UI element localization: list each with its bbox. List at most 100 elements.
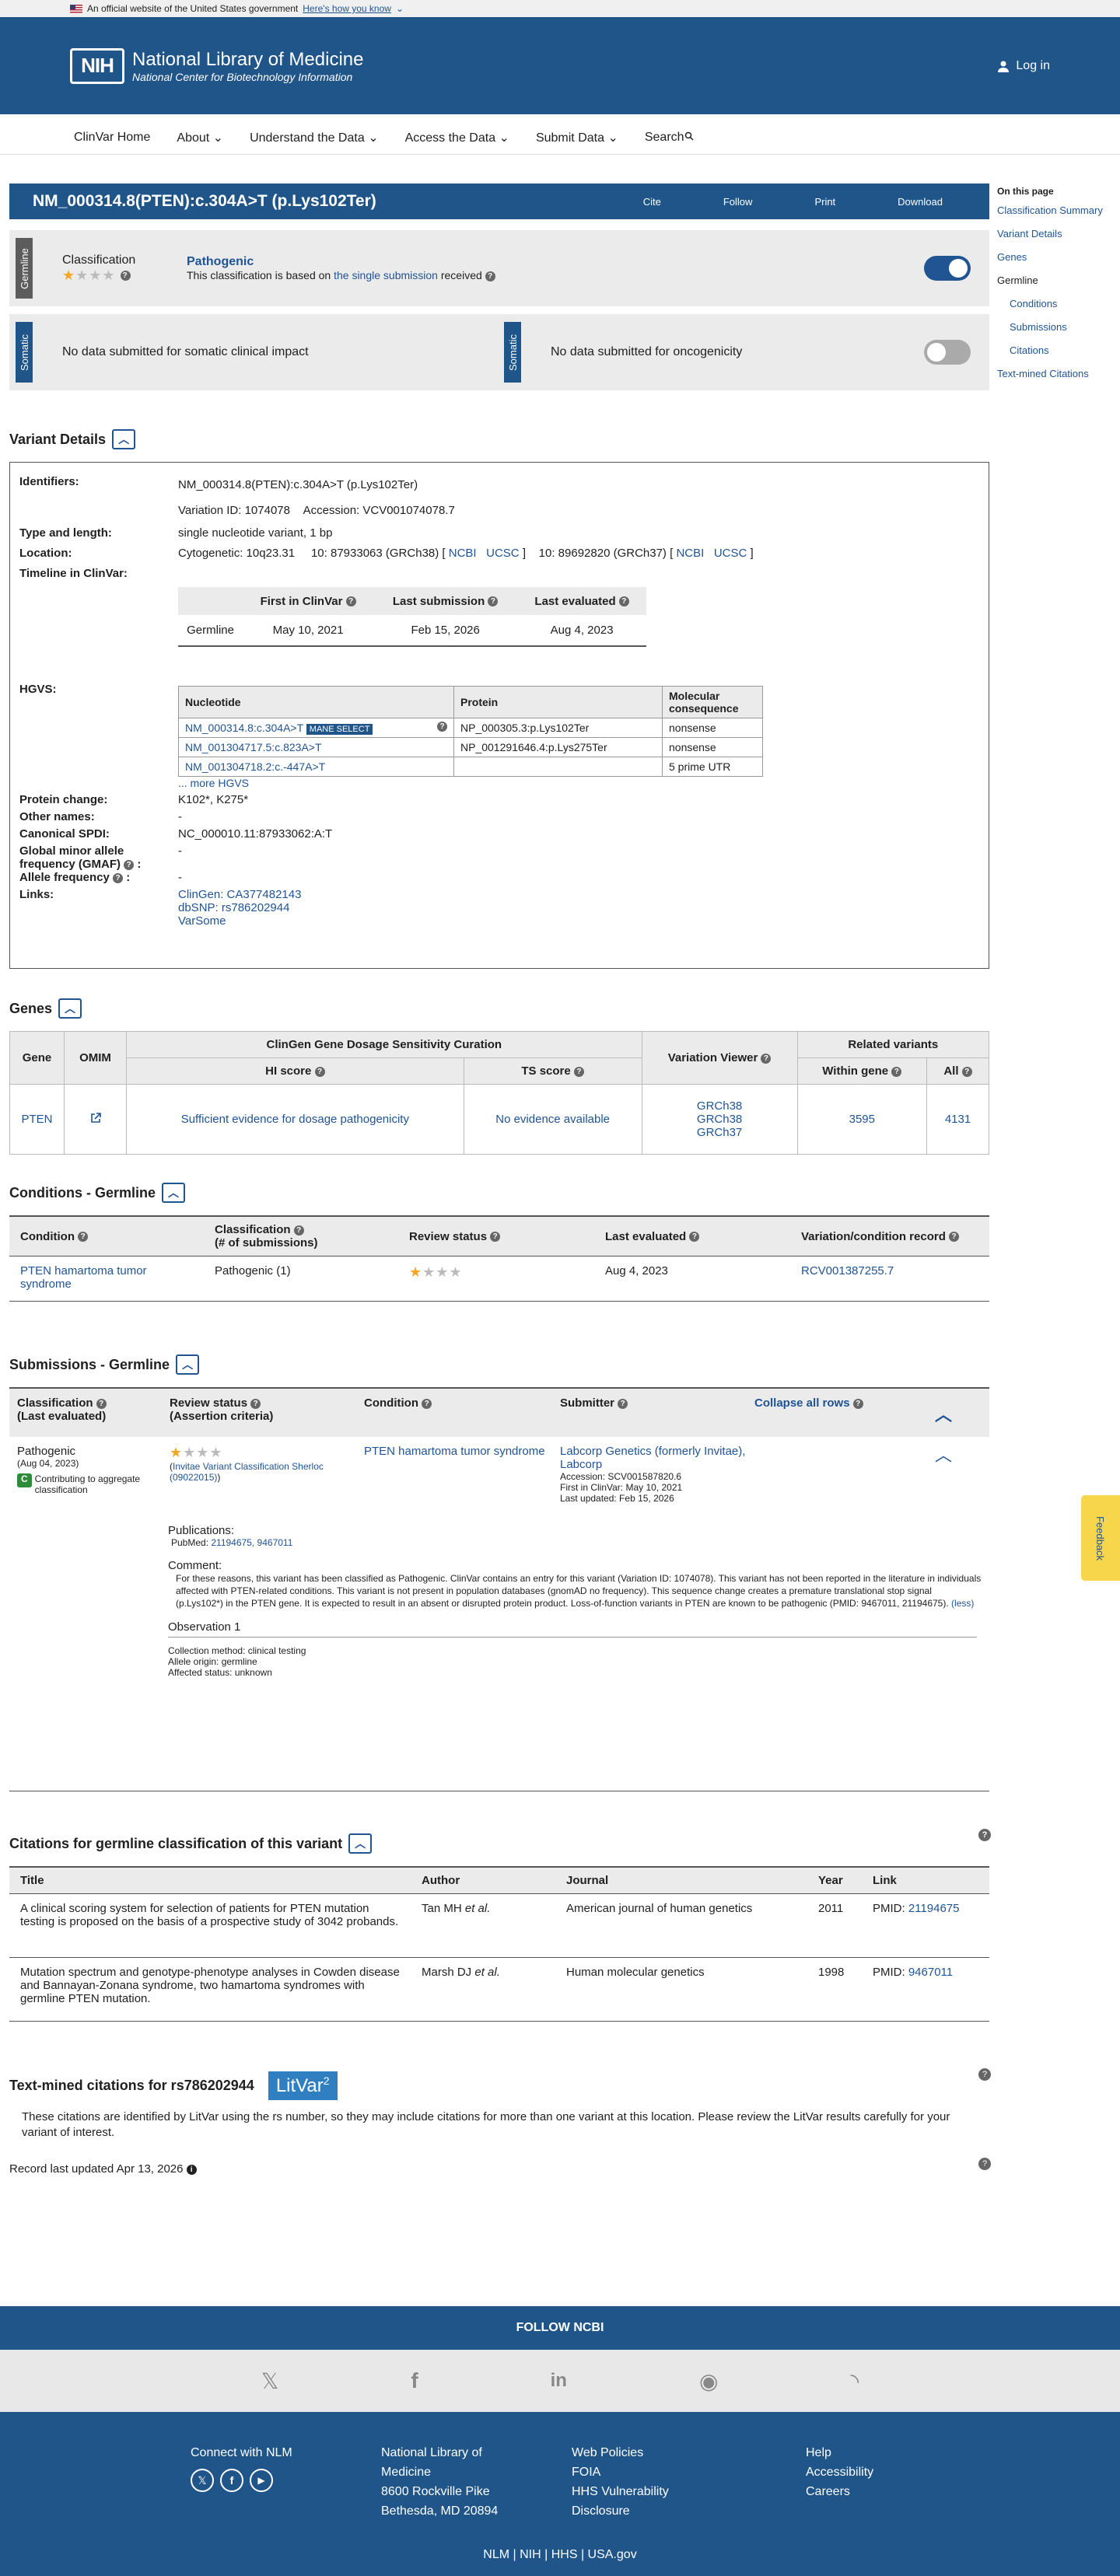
more-hgvs-link[interactable]: ... more HGVS [178,777,249,789]
within-gene-link[interactable]: 3595 [849,1113,875,1126]
assertion-criteria-link[interactable]: Invitae Variant Classification Sherloc (… [170,1461,324,1483]
linkedin-icon[interactable]: in [551,2370,567,2392]
nav-search[interactable]: Search [645,131,694,145]
collapse-all-button[interactable]: Collapse all rows ? [754,1396,863,1429]
download-button[interactable]: Download [898,196,943,208]
condition-link[interactable]: PTEN hamartoma tumor syndrome [20,1264,147,1291]
help-icon[interactable]: ? [852,1398,863,1409]
sidebar-item-submissions[interactable]: Submissions [1010,321,1067,333]
footer-link[interactable]: Help [806,2443,873,2462]
footer-link[interactable]: Accessibility [806,2462,873,2482]
feedback-button[interactable]: Feedback [1081,1495,1120,1581]
submitter-link[interactable]: Labcorp Genetics (formerly Invitae), Lab… [560,1445,745,1471]
sidebar-item-classification-summary[interactable]: Classification Summary [997,204,1103,216]
chevron-up-icon[interactable]: ︿ [58,998,82,1019]
help-icon[interactable]: ? [485,271,495,281]
ncbi-link[interactable]: NCBI [676,547,704,560]
help-icon[interactable]: ? [345,596,356,607]
help-icon[interactable]: ? [689,1232,700,1243]
dbsnp-link[interactable]: dbSNP: rs786202944 [178,901,289,914]
x-icon[interactable]: 𝕏 [191,2469,214,2492]
viewer-link[interactable]: GRCh38 [697,1099,742,1113]
single-submission-link[interactable]: the single submission [334,269,438,281]
help-icon[interactable]: ? [250,1398,261,1409]
all-variants-link[interactable]: 4131 [945,1113,971,1126]
viewer-link[interactable]: GRCh38 [697,1113,742,1126]
rss-icon[interactable]: ◝ [850,2368,859,2394]
help-icon[interactable]: ? [961,1066,972,1077]
chevron-up-icon[interactable]: ︿ [162,1183,186,1203]
germline-toggle[interactable] [924,256,971,281]
help-icon[interactable]: ? [437,722,447,732]
sub-condition-link[interactable]: PTEN hamartoma tumor syndrome [364,1445,545,1458]
help-icon[interactable]: ? [761,1053,772,1064]
chevron-up-icon[interactable]: ︿ [935,1442,952,1466]
footer-agencies[interactable]: NLM | NIH | HHS | USA.gov [0,2548,1120,2562]
ts-score-link[interactable]: No evidence available [495,1113,610,1126]
help-icon[interactable]: ? [78,1232,89,1243]
x-icon[interactable]: 𝕏 [261,2368,279,2394]
less-link[interactable]: (less) [951,1598,974,1609]
hgvs-link[interactable]: NM_001304718.2:c.-447A>T [185,760,325,773]
ucsc-link[interactable]: UCSC [714,547,747,560]
help-icon[interactable]: ? [96,1398,107,1409]
facebook-icon[interactable]: f [220,2469,243,2492]
nav-access[interactable]: Access the Data ⌄ [405,130,509,145]
footer-link[interactable]: Disclosure [572,2501,669,2521]
hgvs-link[interactable]: NM_000314.8:c.304A>T [185,722,303,734]
viewer-link[interactable]: GRCh37 [697,1126,742,1139]
footer-link[interactable]: Web Policies [572,2443,669,2462]
help-icon[interactable]: ? [618,596,629,607]
ucsc-link[interactable]: UCSC [486,547,520,560]
varsome-link[interactable]: VarSome [178,914,226,928]
help-icon[interactable]: ? [978,1829,991,1841]
github-icon[interactable]: ◉ [699,2368,718,2394]
somatic-toggle[interactable] [924,340,971,365]
pubmed-links[interactable]: 21194675, 9467011 [211,1537,292,1548]
chevron-up-icon[interactable]: ︿ [112,429,136,449]
ncbi-link[interactable]: NCBI [449,547,477,560]
pmid-link[interactable]: 21194675 [908,1902,960,1915]
help-icon[interactable]: ? [293,1225,304,1236]
help-icon[interactable]: ? [978,2068,991,2081]
sidebar-item-variant-details[interactable]: Variant Details [997,228,1062,239]
nlm-logo[interactable]: NIH National Library of Medicine Nationa… [70,47,363,84]
hgvs-link[interactable]: NM_001304717.5:c.823A>T [185,741,322,753]
sidebar-item-text-mined[interactable]: Text-mined Citations [997,368,1089,379]
sidebar-item-conditions[interactable]: Conditions [1010,298,1057,309]
external-link-icon[interactable] [89,1112,102,1124]
help-icon[interactable]: ? [490,1232,501,1243]
youtube-icon[interactable]: ▶ [250,2469,273,2492]
chevron-up-icon[interactable]: ︿ [935,1401,952,1426]
nav-understand[interactable]: Understand the Data ⌄ [250,130,379,145]
help-icon[interactable]: ? [113,872,124,883]
chevron-up-icon[interactable]: ︿ [176,1354,200,1375]
help-icon[interactable]: ? [488,596,499,607]
print-button[interactable]: Print [814,196,835,208]
help-icon[interactable]: ? [573,1066,584,1077]
help-icon[interactable]: ? [618,1398,628,1409]
login-button[interactable]: Log in [997,59,1050,73]
how-you-know-link[interactable]: Here's how you know [303,3,391,14]
rcv-link[interactable]: RCV001387255.7 [801,1264,894,1278]
sidebar-item-citations[interactable]: Citations [1010,344,1049,356]
help-icon[interactable]: ? [949,1232,960,1243]
nav-about[interactable]: About ⌄ [177,130,223,145]
footer-link[interactable]: FOIA [572,2462,669,2482]
litvar-logo[interactable]: LitVar2 [268,2071,338,2100]
help-icon[interactable]: ? [120,271,131,281]
info-icon[interactable]: i [186,2164,197,2175]
help-icon[interactable]: ? [124,859,135,870]
help-icon[interactable]: ? [422,1398,432,1409]
clingen-link[interactable]: ClinGen: CA377482143 [178,888,301,901]
help-icon[interactable]: ? [314,1066,325,1077]
footer-link[interactable]: HHS Vulnerability [572,2482,669,2501]
cite-button[interactable]: Cite [643,196,661,208]
nav-clinvar-home[interactable]: ClinVar Home [74,131,150,145]
sidebar-item-genes[interactable]: Genes [997,251,1027,263]
follow-button[interactable]: Follow [723,196,753,208]
footer-link[interactable]: Careers [806,2482,873,2501]
pmid-link[interactable]: 9467011 [908,1966,953,1979]
chevron-up-icon[interactable]: ︿ [348,1833,373,1854]
help-icon[interactable]: ? [891,1066,902,1077]
